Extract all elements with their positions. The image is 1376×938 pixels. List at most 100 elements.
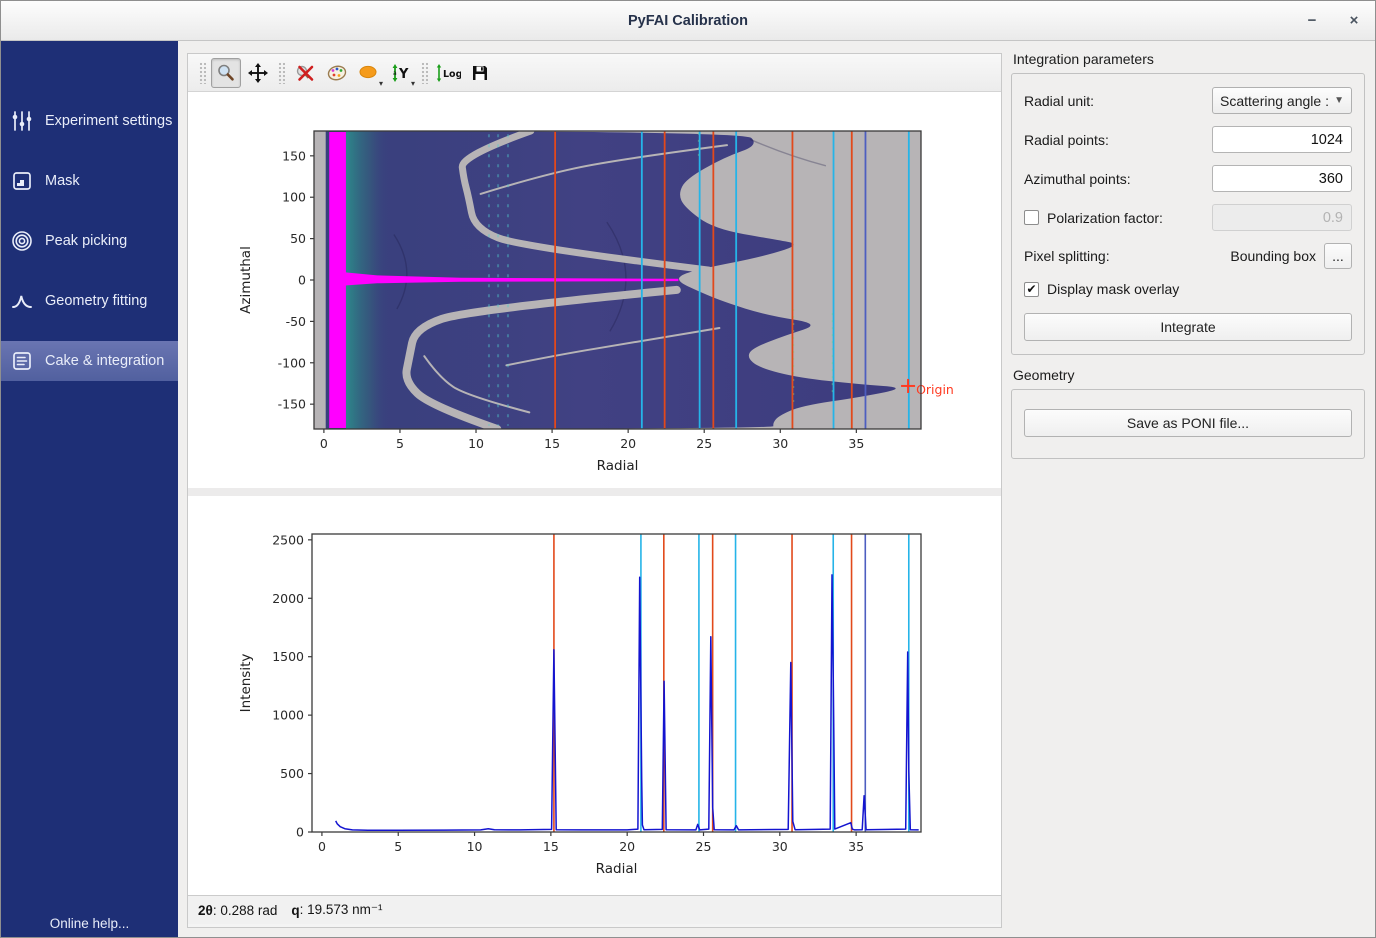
- mask-icon: [10, 169, 34, 193]
- rings-icon: [10, 229, 34, 253]
- x-tick-label: 30: [772, 839, 788, 854]
- svg-text:a: a: [393, 70, 397, 77]
- y-axis-autoscale-icon: a Y: [390, 63, 412, 83]
- radial-unit-select[interactable]: Scattering angle : ▼: [1212, 87, 1352, 114]
- sidebar-item-peak-picking[interactable]: Peak picking: [1, 221, 178, 261]
- sidebar-item-mask[interactable]: Mask: [1, 161, 178, 201]
- cake-list-icon: [10, 349, 34, 373]
- sidebar-item-label: Experiment settings: [45, 113, 172, 129]
- integration-parameters-group: Radial unit: Scattering angle : ▼ Radial…: [1011, 73, 1365, 355]
- pixel-splitting-value: Bounding box: [1230, 248, 1316, 264]
- sidebar-item-experiment-settings[interactable]: Experiment settings: [1, 101, 178, 141]
- chevron-down-icon: ▼: [1334, 95, 1344, 106]
- log-scale-button[interactable]: Log: [433, 58, 463, 88]
- sidebar-item-geometry-fitting[interactable]: Geometry fitting: [1, 281, 178, 321]
- x-tick-label: 25: [696, 436, 712, 451]
- plot-splitter[interactable]: [188, 488, 1001, 496]
- x-tick-label: 0: [320, 436, 328, 451]
- mask-color-button[interactable]: ▾: [354, 58, 384, 88]
- window-controls: − ×: [1303, 1, 1363, 40]
- status-bar: 2θ: 0.288 rad q: 19.573 nm⁻¹: [188, 895, 1001, 924]
- display-mask-label: Display mask overlay: [1047, 281, 1179, 297]
- cake-plot-panel: Origin05101520253035150100500-50-100-150…: [188, 92, 1001, 488]
- intensity-plot[interactable]: 0510152025303505001000150020002500Radial…: [188, 496, 1001, 895]
- geometry-heading: Geometry: [1013, 367, 1365, 383]
- x-tick-label: 25: [696, 839, 712, 854]
- y-tick-label: -50: [286, 314, 306, 329]
- x-tick-label: 15: [544, 436, 560, 451]
- magnifier-icon: [216, 63, 236, 83]
- radial-points-input[interactable]: 1024: [1212, 126, 1352, 153]
- unzoom-button[interactable]: [290, 58, 320, 88]
- palette-icon: [326, 63, 348, 83]
- azimuthal-points-input[interactable]: 360: [1212, 165, 1352, 192]
- pan-tool-button[interactable]: [243, 58, 273, 88]
- display-mask-checkbox[interactable]: ✔: [1024, 282, 1039, 297]
- cake-plot[interactable]: Origin05101520253035150100500-50-100-150…: [188, 92, 1001, 488]
- intensity-plot-panel: 0510152025303505001000150020002500Radial…: [188, 496, 1001, 895]
- save-figure-button[interactable]: [465, 58, 495, 88]
- q-label: q: [291, 903, 299, 918]
- zoom-tool-button[interactable]: [211, 58, 241, 88]
- x-axis-label: Radial: [596, 861, 638, 877]
- y-axis-label: Intensity: [238, 654, 254, 713]
- svg-text:Y: Y: [398, 67, 409, 82]
- cake-image: [314, 131, 921, 429]
- sidebar-item-label: Geometry fitting: [45, 293, 147, 309]
- y-tick-label: 150: [282, 148, 306, 163]
- origin-label: Origin: [916, 382, 954, 397]
- peak-curve-icon: [10, 289, 34, 313]
- x-tick-label: 15: [543, 839, 559, 854]
- dropdown-arrow-icon: ▾: [379, 79, 383, 88]
- close-button[interactable]: ×: [1345, 12, 1363, 29]
- x-tick-label: 20: [619, 839, 635, 854]
- toolbar-separator: [421, 62, 428, 84]
- x-tick-label: 35: [848, 436, 864, 451]
- sidebar-item-label: Peak picking: [45, 233, 127, 249]
- log-axis-icon: Log: [435, 63, 461, 83]
- azimuthal-points-label: Azimuthal points:: [1024, 171, 1131, 187]
- save-poni-button[interactable]: Save as PONI file...: [1024, 409, 1352, 437]
- dropdown-arrow-icon: ▾: [411, 79, 415, 88]
- sidebar-item-label: Mask: [45, 173, 80, 189]
- sidebar: Experiment settings Mask Pe: [1, 41, 178, 938]
- title-bar: PyFAI Calibration − ×: [1, 1, 1375, 41]
- floppy-save-icon: [470, 63, 490, 83]
- y-tick-label: 1500: [272, 649, 304, 664]
- x-tick-label: 10: [467, 839, 483, 854]
- x-axis-label: Radial: [597, 458, 639, 474]
- y-tick-label: 1000: [272, 708, 304, 723]
- toolbar-handle: [199, 62, 206, 84]
- minimize-button[interactable]: −: [1303, 12, 1321, 29]
- y-tick-label: 2500: [272, 532, 304, 547]
- y-autoscale-button[interactable]: a Y ▾: [386, 58, 416, 88]
- integrate-button[interactable]: Integrate: [1024, 313, 1352, 341]
- y-tick-label: 0: [296, 825, 304, 840]
- pyfai-calibration-window: PyFAI Calibration − × Experiment setting…: [0, 0, 1376, 938]
- sliders-icon: [10, 109, 34, 133]
- radial-unit-value: Scattering angle :: [1220, 93, 1330, 109]
- polarization-checkbox[interactable]: [1024, 210, 1039, 225]
- y-tick-label: 500: [280, 766, 304, 781]
- toolbar-separator: [278, 62, 285, 84]
- x-tick-label: 0: [318, 839, 326, 854]
- zoom-cancel-icon: [295, 63, 315, 83]
- x-tick-label: 5: [396, 436, 404, 451]
- sidebar-item-cake-integration[interactable]: Cake & integration: [1, 341, 178, 381]
- polarization-input: 0.9: [1212, 204, 1352, 231]
- x-tick-label: 35: [848, 839, 864, 854]
- radial-unit-label: Radial unit:: [1024, 93, 1094, 109]
- y-tick-label: 0: [298, 273, 306, 288]
- colormap-button[interactable]: [322, 58, 352, 88]
- x-tick-label: 30: [772, 436, 788, 451]
- polarization-label: Polarization factor:: [1047, 210, 1163, 226]
- two-theta-label: 2θ: [198, 903, 213, 918]
- pixel-splitting-more-button[interactable]: ...: [1324, 243, 1352, 269]
- y-tick-label: -100: [278, 355, 306, 370]
- x-tick-label: 10: [468, 436, 484, 451]
- online-help-link[interactable]: Online help...: [1, 916, 178, 931]
- radial-points-label: Radial points:: [1024, 132, 1109, 148]
- pixel-splitting-label: Pixel splitting:: [1024, 248, 1110, 264]
- x-tick-label: 20: [620, 436, 636, 451]
- integration-parameters-heading: Integration parameters: [1013, 51, 1365, 67]
